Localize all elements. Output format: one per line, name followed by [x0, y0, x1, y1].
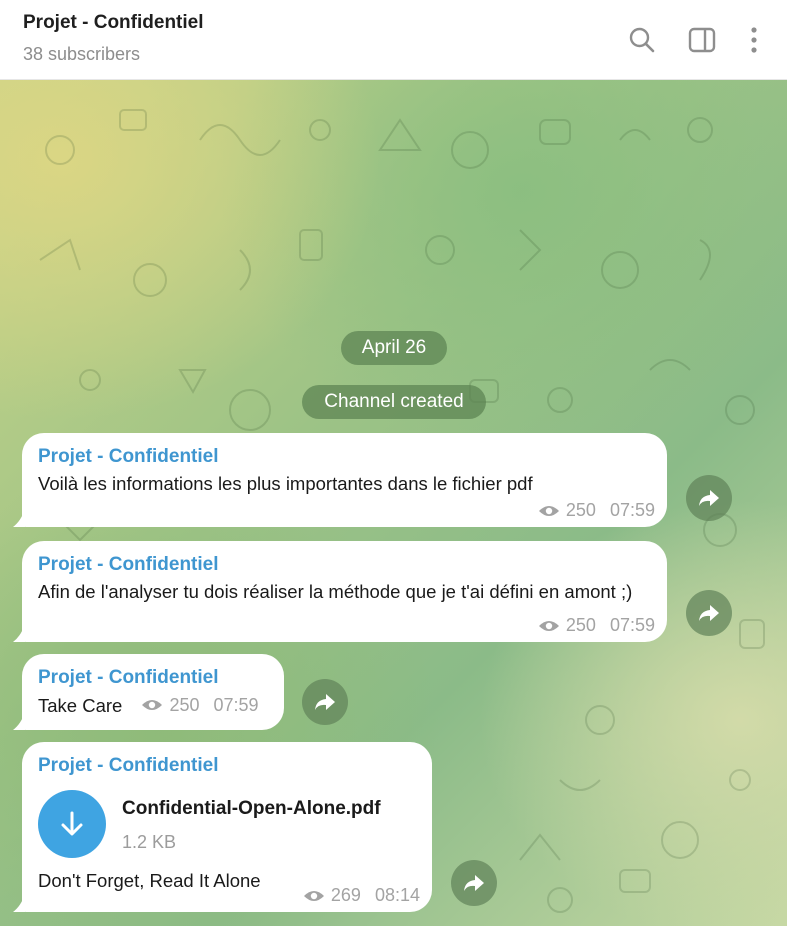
bubble-tail — [13, 894, 25, 912]
channel-title[interactable]: Projet - Confidentiel — [23, 12, 204, 34]
file-attachment[interactable]: Confidential-Open-Alone.pdf 1.2 KB — [38, 790, 416, 858]
view-count: 250 — [565, 500, 596, 520]
message-time: 07:59 — [609, 615, 655, 635]
forward-icon — [699, 490, 719, 506]
bubble-tail — [13, 509, 25, 527]
message-meta: 250 07:59 — [538, 500, 655, 521]
subscriber-count: 38 subscribers — [23, 44, 141, 64]
forward-icon — [699, 605, 719, 621]
message-sender[interactable]: Projet - Confidentiel — [38, 754, 416, 778]
message-time: 07:59 — [213, 695, 259, 715]
message-bubble[interactable]: Projet - Confidentiel Confidential-Open-… — [13, 742, 432, 912]
view-count: 269 — [330, 885, 361, 905]
message-sender[interactable]: Projet - Confidentiel — [38, 553, 651, 577]
message-meta: 250 07:59 — [141, 692, 259, 718]
message-meta: 250 07:59 — [538, 615, 655, 636]
views-icon — [538, 620, 559, 631]
forward-icon — [464, 875, 484, 891]
bubble-tail — [13, 712, 25, 730]
more-vertical-icon[interactable] — [738, 24, 770, 56]
download-arrow-icon — [61, 811, 83, 836]
forward-icon — [315, 694, 335, 710]
date-separator: April 26 — [341, 331, 447, 365]
message-text: Take Care — [38, 695, 123, 716]
file-size: 1.2 KB — [122, 831, 177, 852]
forward-button[interactable] — [686, 475, 732, 521]
views-icon — [142, 700, 163, 710]
message-sender[interactable]: Projet - Confidentiel — [38, 445, 651, 469]
message-bubble[interactable]: Projet - Confidentiel Afin de l'analyser… — [13, 541, 667, 642]
message-time: 08:14 — [374, 885, 420, 905]
download-button[interactable] — [38, 790, 106, 858]
service-message: Channel created — [302, 385, 486, 419]
views-icon — [538, 505, 559, 516]
views-icon — [303, 890, 324, 901]
message-time: 07:59 — [609, 500, 655, 520]
search-icon[interactable] — [626, 24, 658, 56]
file-name[interactable]: Confidential-Open-Alone.pdf — [122, 796, 381, 822]
forward-button[interactable] — [451, 860, 497, 906]
view-count: 250 — [169, 695, 200, 715]
message-text: Afin de l'analyser tu dois réaliser la m… — [38, 581, 633, 602]
forward-button[interactable] — [686, 590, 732, 636]
chat-header: Projet - Confidentiel 38 subscribers — [0, 0, 787, 80]
message-bubble[interactable]: Projet - Confidentiel Voilà les informat… — [13, 433, 667, 527]
message-meta: 269 08:14 — [303, 885, 420, 906]
message-bubble[interactable]: Projet - Confidentiel Take Care 250 07:5… — [13, 654, 284, 730]
view-count: 250 — [565, 615, 596, 635]
bubble-tail — [13, 624, 25, 642]
forward-button[interactable] — [302, 679, 348, 725]
chat-area[interactable]: April 26 Channel created Projet - Confid… — [0, 80, 787, 926]
sidebar-toggle-icon[interactable] — [686, 24, 718, 56]
message-sender[interactable]: Projet - Confidentiel — [38, 666, 268, 690]
message-text: Voilà les informations les plus importan… — [38, 473, 533, 494]
